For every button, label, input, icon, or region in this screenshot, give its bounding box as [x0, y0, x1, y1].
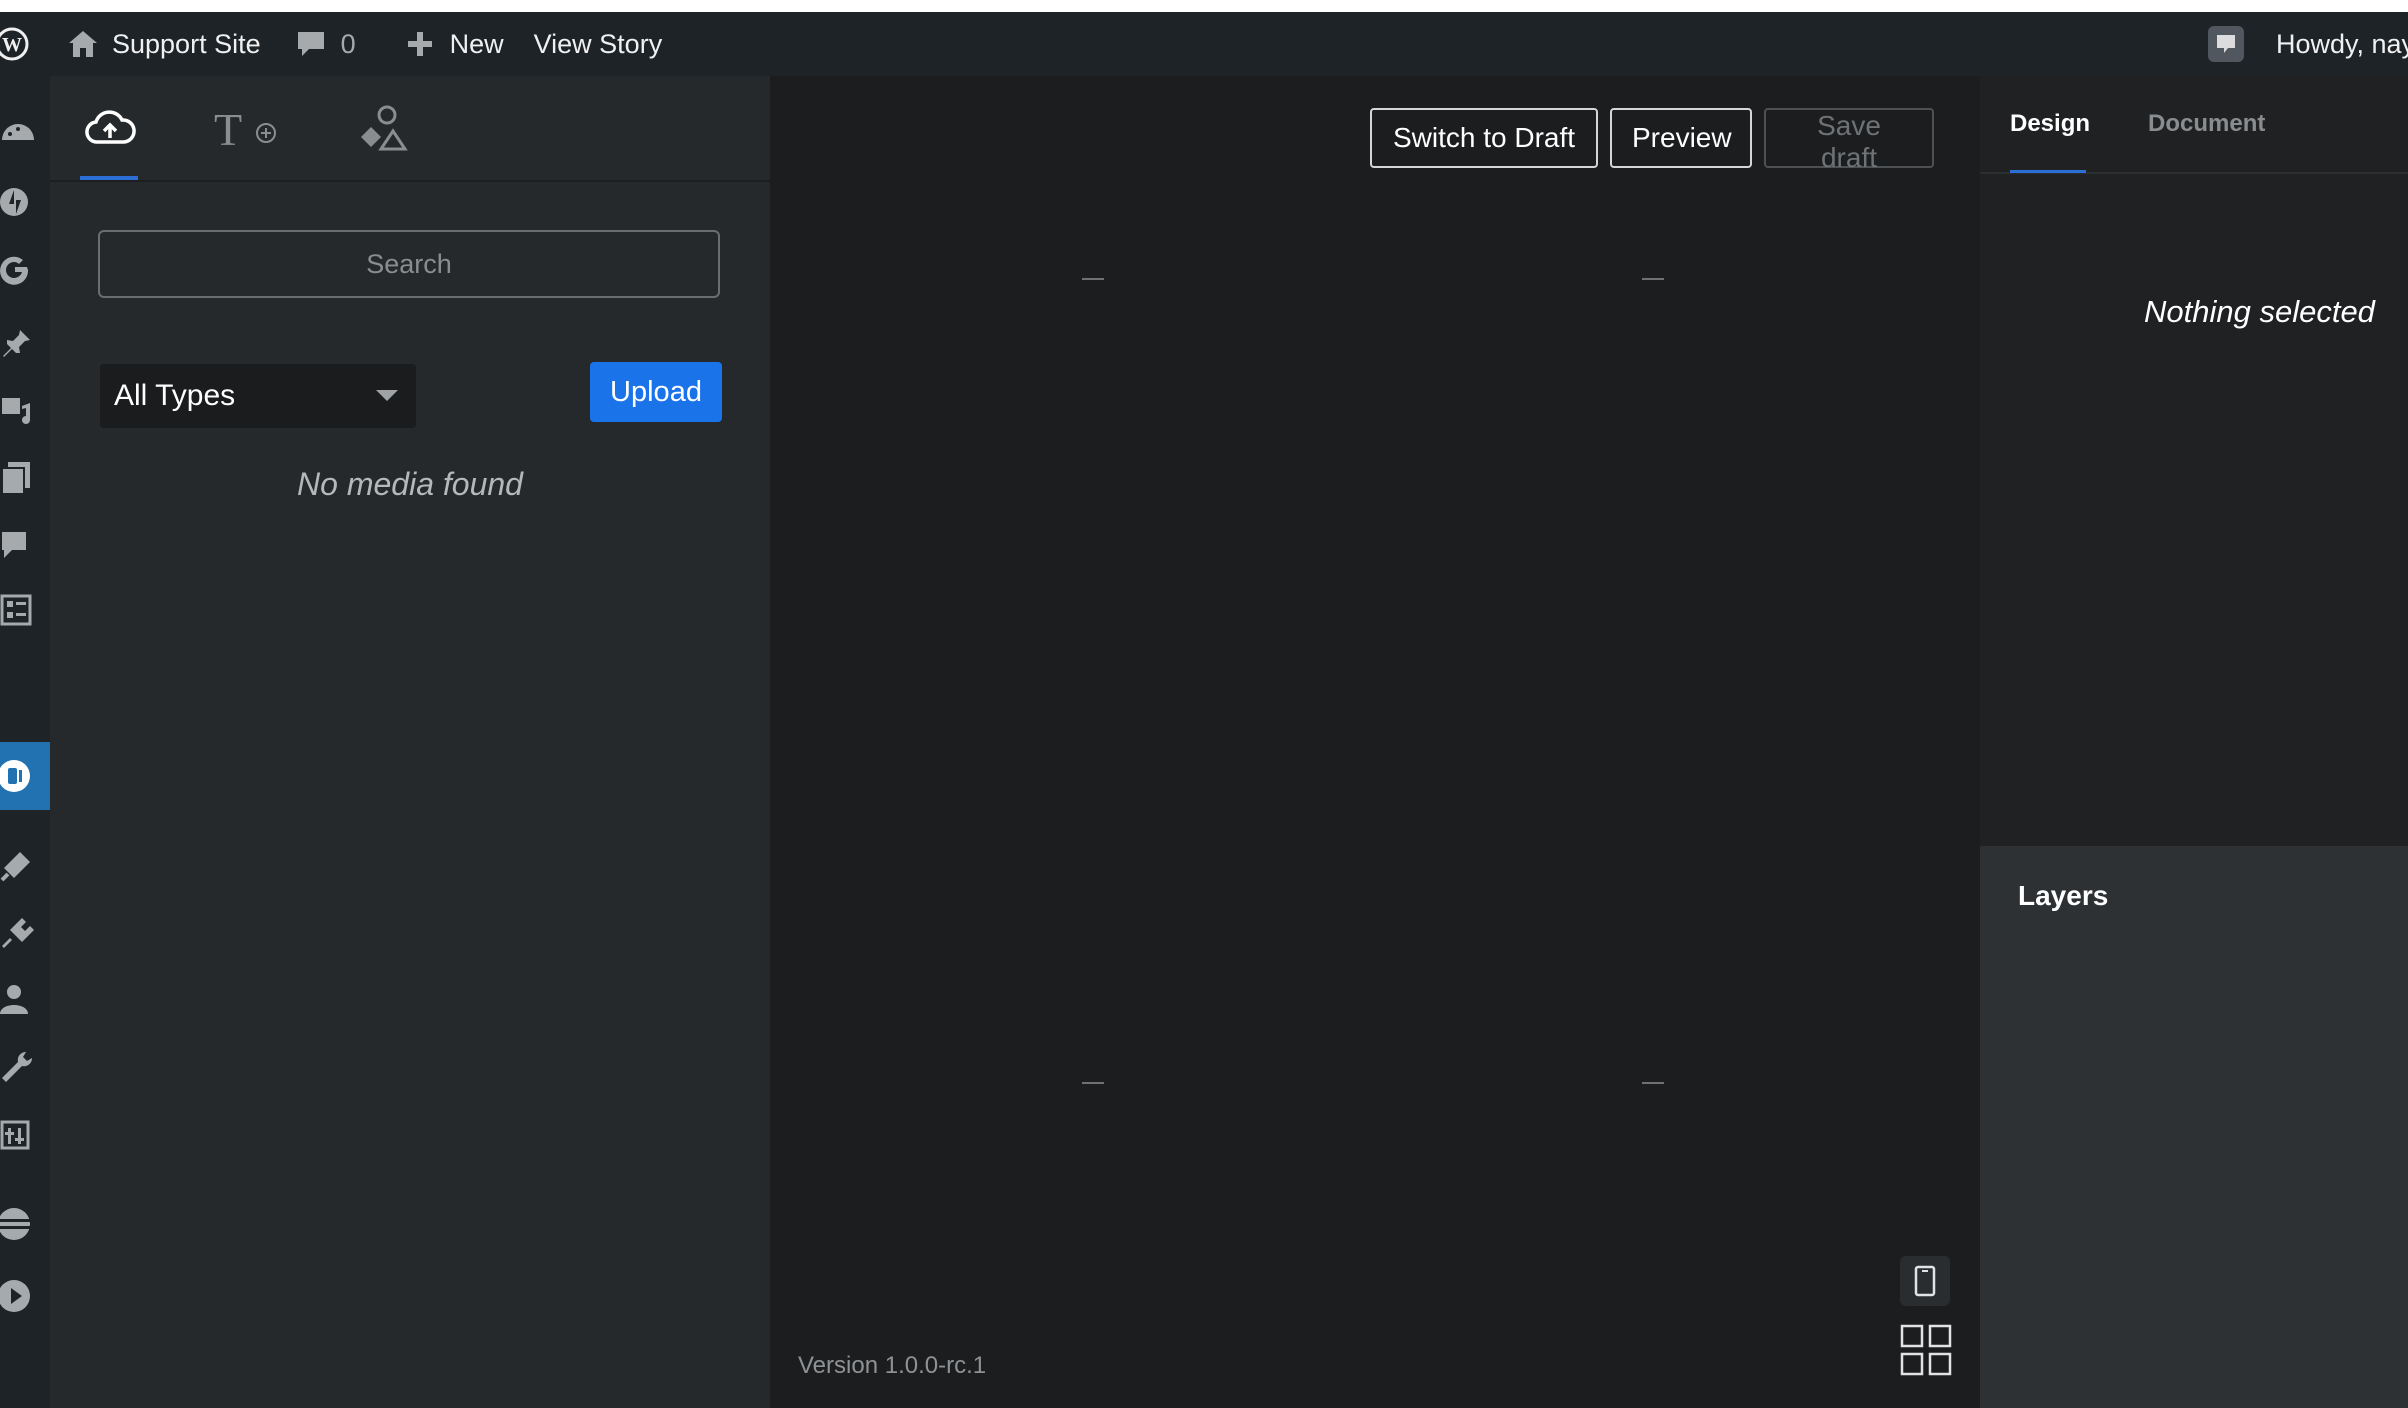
media-type-value: All Types: [114, 379, 236, 412]
plugins-icon[interactable]: [0, 916, 36, 952]
comment-icon: [297, 32, 324, 56]
shapes-icon: [361, 105, 408, 151]
upload-button[interactable]: Upload: [590, 362, 722, 422]
page-crop-mark: [1642, 1082, 1664, 1084]
new-content-link[interactable]: New: [406, 12, 504, 76]
notification-icon: [2208, 26, 2244, 62]
media-type-select[interactable]: All Types: [100, 364, 416, 428]
dashboard-icon[interactable]: [0, 116, 36, 152]
appearance-icon[interactable]: [0, 848, 36, 884]
site-name: Support Site: [112, 28, 261, 59]
pin-icon[interactable]: [0, 326, 36, 362]
svg-text:T: T: [214, 104, 242, 153]
inspector-panel: Design Document Nothing selected Layers: [1980, 76, 2408, 1408]
tab-text[interactable]: T: [208, 100, 284, 156]
wordpress-logo[interactable]: W: [0, 12, 44, 76]
view-story-label: View Story: [533, 28, 663, 59]
jetpack-icon[interactable]: [0, 184, 36, 220]
empty-media-message: No media found: [297, 466, 523, 502]
wp-admin-menu: [0, 76, 50, 1408]
tab-document[interactable]: Document: [2148, 110, 2265, 138]
howdy-user-menu[interactable]: Howdy, nay: [2276, 12, 2408, 76]
forms-icon[interactable]: [0, 592, 36, 628]
grid-view-icon[interactable]: [1900, 1324, 1952, 1376]
notifications-button[interactable]: [2206, 12, 2246, 76]
window-top-strip: [0, 0, 2408, 12]
plus-icon: [407, 32, 432, 56]
active-tab-indicator: [80, 176, 138, 180]
tab-design[interactable]: Design: [2010, 110, 2090, 138]
inspector-tabs: Design Document: [1980, 76, 2408, 174]
tab-media-upload[interactable]: [80, 100, 140, 156]
phone-icon: [1914, 1265, 1936, 1297]
comments-link[interactable]: 0: [295, 12, 356, 76]
new-label: New: [449, 28, 504, 59]
settings-icon[interactable]: [0, 1118, 36, 1154]
version-label: Version 1.0.0-rc.1: [798, 1352, 987, 1379]
switch-to-draft-button[interactable]: Switch to Draft: [1370, 108, 1598, 168]
play-icon[interactable]: [0, 1278, 36, 1314]
text-add-icon: T: [214, 104, 276, 153]
google-icon[interactable]: [0, 252, 36, 288]
comments-icon[interactable]: [0, 528, 36, 564]
tab-shapes[interactable]: [354, 100, 414, 156]
page-crop-mark: [1642, 278, 1664, 280]
site-home-link[interactable]: Support Site: [66, 12, 261, 76]
web-stories-icon[interactable]: [0, 1206, 36, 1242]
page-crop-mark: [1082, 278, 1104, 280]
tools-icon[interactable]: [0, 1050, 36, 1086]
library-tabs: T: [50, 76, 770, 182]
layers-title: Layers: [2018, 880, 2109, 911]
pages-icon[interactable]: [0, 460, 36, 496]
save-draft-button[interactable]: Save draft: [1764, 108, 1934, 173]
media-search-input[interactable]: [98, 230, 720, 298]
media-icon[interactable]: [0, 394, 36, 430]
page-crop-mark: [1082, 1082, 1104, 1084]
cloud-upload-icon: [85, 110, 136, 144]
stories-icon[interactable]: [0, 758, 36, 794]
page-size-button[interactable]: [1900, 1256, 1950, 1306]
view-story-link[interactable]: View Story: [534, 12, 663, 76]
wordpress-icon: W: [0, 27, 29, 61]
comments-count: 0: [340, 28, 356, 59]
layers-panel: Layers: [1980, 846, 2408, 1408]
editor-canvas: Switch to Draft Preview Save draft Versi…: [770, 76, 1980, 1408]
howdy-label: Howdy, nay: [2276, 28, 2408, 59]
home-icon: [69, 31, 97, 57]
preview-button[interactable]: Preview: [1610, 108, 1752, 168]
chevron-down-icon: [376, 390, 398, 401]
admin-bar: W Support Site 0 New View Story Howdy, n…: [0, 12, 2408, 76]
users-icon[interactable]: [0, 982, 36, 1018]
active-tab-indicator: [2010, 170, 2086, 173]
svg-text:W: W: [2, 34, 22, 56]
library-panel: T All Types Upload No media found: [50, 76, 770, 1408]
nothing-selected-message: Nothing selected: [2144, 294, 2375, 329]
